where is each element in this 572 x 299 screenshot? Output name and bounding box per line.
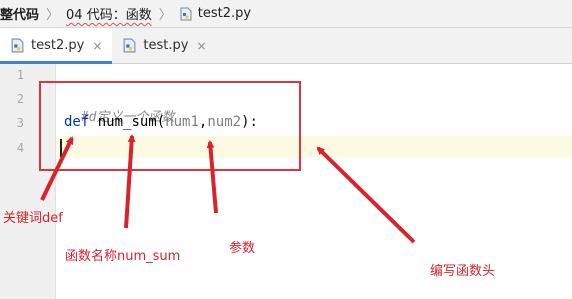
editor-tab-bar: test2.py × test.py × — [0, 28, 572, 64]
breadcrumb-project[interactable]: 整代码 — [0, 4, 39, 23]
line-number: 4 — [16, 141, 24, 155]
line-number: 1 — [16, 68, 24, 82]
breadcrumb-folder[interactable]: 04 代码：函数 — [66, 4, 152, 23]
tab-test-py[interactable]: test.py × — [112, 28, 216, 63]
line-number: 3 — [16, 116, 24, 130]
tab-test2-py[interactable]: test2.py × — [0, 28, 113, 64]
close-icon[interactable]: × — [196, 39, 206, 53]
function-header-highlight-box — [39, 81, 301, 171]
breadcrumb-file-label: test2.py — [197, 6, 252, 21]
breadcrumb-file[interactable]: test2.py — [179, 6, 251, 21]
python-file-icon — [123, 38, 136, 53]
python-file-icon — [180, 7, 192, 20]
tab-label: test.py — [143, 38, 189, 53]
line-number: 2 — [16, 92, 24, 106]
annotation-function-name: 函数名称num_sum — [65, 249, 181, 264]
breadcrumb-separator-icon: 〉 — [158, 8, 172, 23]
python-file-icon — [11, 38, 24, 53]
arrow-to-header — [316, 146, 416, 244]
close-icon[interactable]: × — [92, 39, 102, 53]
annotation-function-header: 编写函数头 — [430, 264, 496, 279]
annotation-params: 参数 — [229, 241, 256, 256]
annotation-keyword: 关键词def — [3, 211, 63, 226]
tab-label: test2.py — [31, 38, 85, 53]
breadcrumb-separator-icon: 〉 — [46, 8, 60, 23]
breadcrumb-folder-label: 04 代码：函数 — [66, 8, 152, 23]
breadcrumb-project-label: 整代码 — [0, 8, 40, 23]
breadcrumb: 整代码 〉 04 代码：函数 〉 test2.py — [0, 0, 572, 28]
